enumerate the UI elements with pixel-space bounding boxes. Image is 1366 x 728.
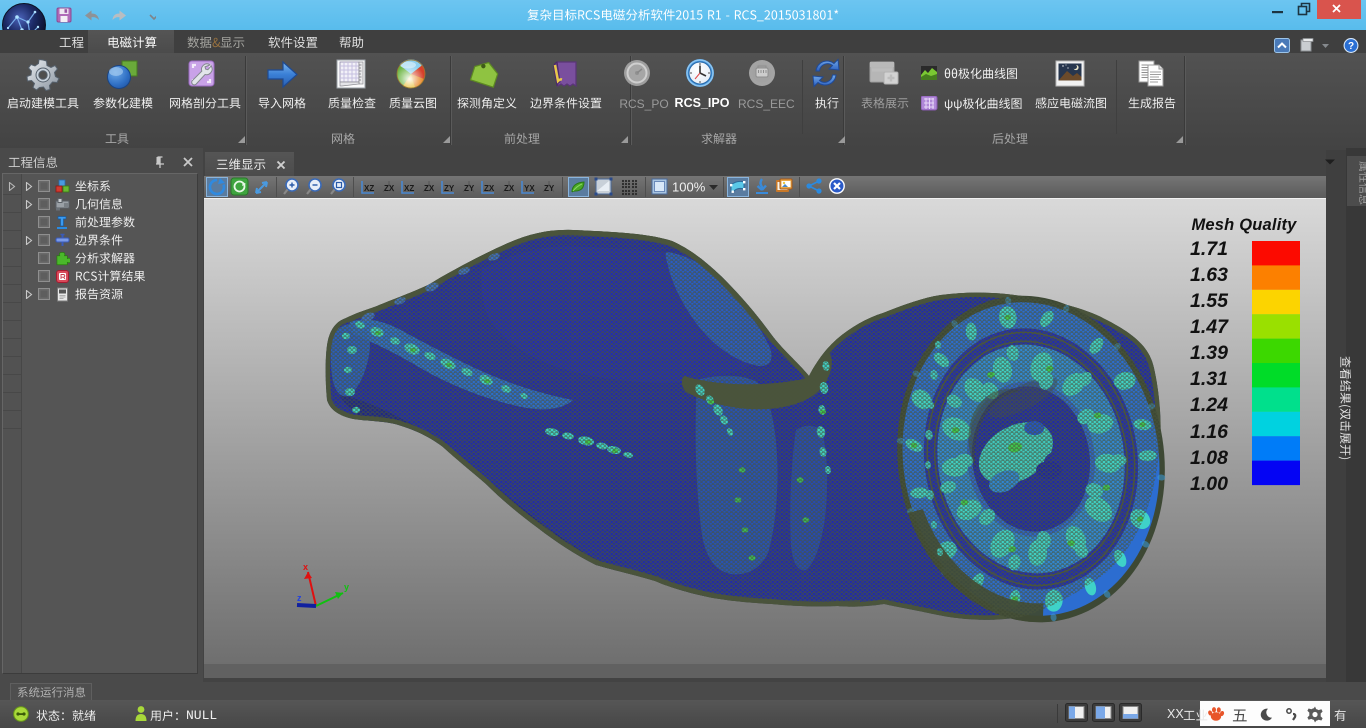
svg-text:XZ: XZ — [404, 184, 414, 193]
svg-text:x: x — [303, 562, 308, 572]
svg-text:ZX: ZX — [504, 184, 515, 193]
svg-text:ZY: ZY — [464, 184, 475, 193]
svg-text:y: y — [344, 582, 349, 592]
svg-text:100%: 100% — [672, 180, 706, 195]
svg-text:z: z — [297, 593, 302, 603]
svg-text:ZX: ZX — [484, 184, 495, 193]
svg-text:ZY: ZY — [544, 184, 555, 193]
svg-text:YX: YX — [524, 184, 535, 193]
svg-text:?: ? — [1348, 41, 1354, 52]
svg-text:ZY: ZY — [444, 184, 455, 193]
svg-text:ZX: ZX — [384, 184, 395, 193]
svg-text:XZ: XZ — [364, 184, 374, 193]
svg-text:ZX: ZX — [424, 184, 435, 193]
